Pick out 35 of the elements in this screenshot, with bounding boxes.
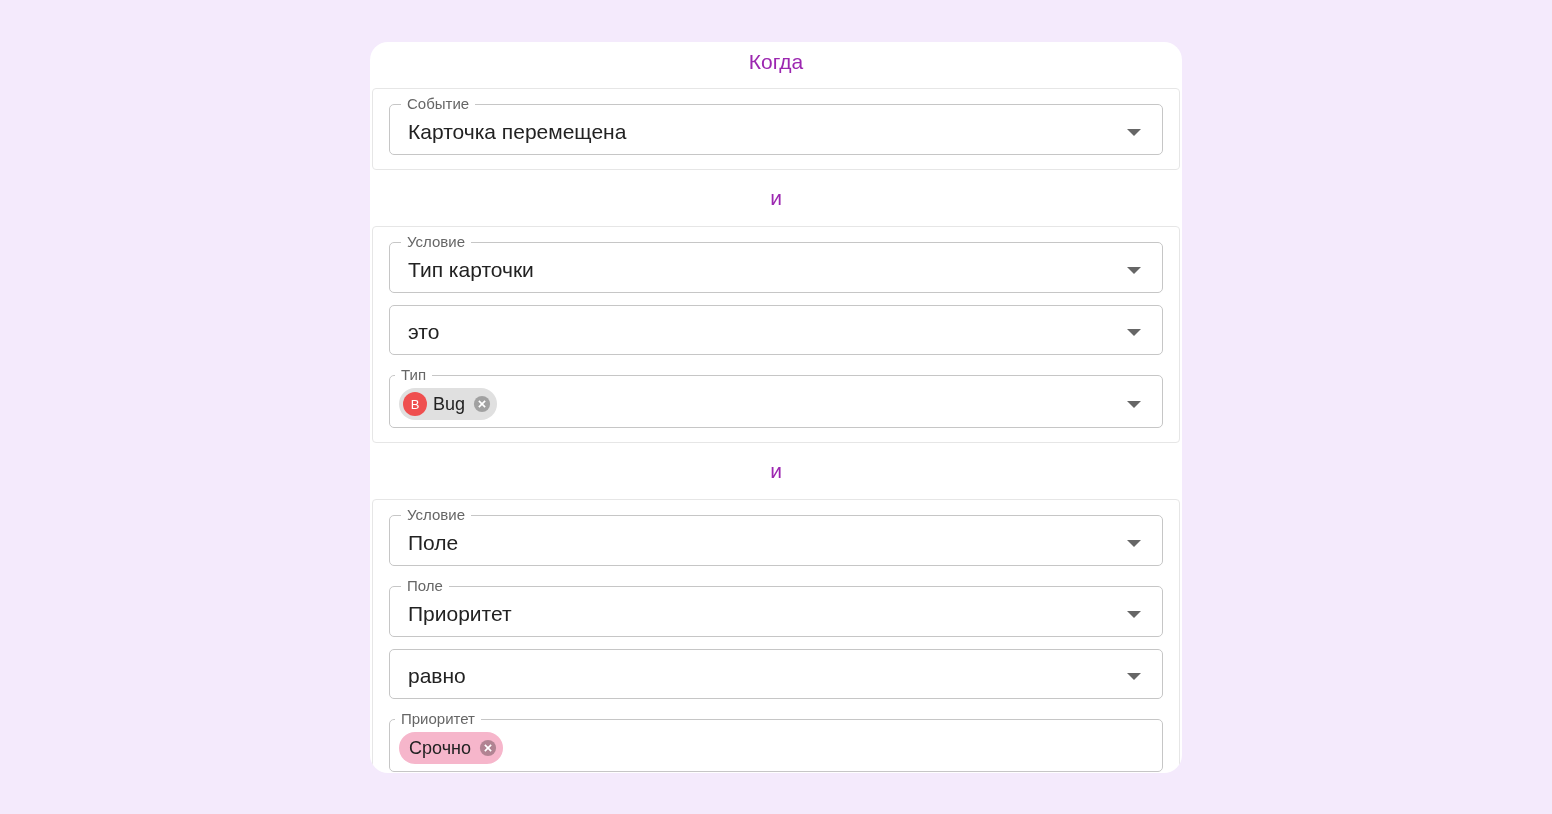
avatar-letter: B — [403, 392, 427, 416]
field-label: Условие — [406, 507, 466, 523]
dropdown-arrow-icon[interactable] — [1127, 328, 1141, 336]
dropdown-arrow-icon[interactable] — [1127, 610, 1141, 618]
select-field[interactable]: это — [389, 305, 1163, 355]
section-title: Когда — [747, 49, 805, 75]
connector-label: и — [770, 186, 782, 210]
select-field[interactable]: Условие Поле — [389, 507, 1163, 566]
field-value: это — [408, 320, 440, 344]
connector-label: и — [770, 459, 782, 483]
select-field[interactable]: Событие Карточка перемещена — [389, 96, 1163, 155]
remove-icon[interactable] — [473, 395, 492, 413]
field-value: Поле — [408, 531, 459, 555]
select-field[interactable]: Тип B Bug — [389, 367, 1163, 428]
dropdown-arrow-icon[interactable] — [1127, 539, 1141, 547]
select-field[interactable]: Условие Тип карточки — [389, 234, 1163, 293]
field-label: Поле — [406, 578, 444, 594]
dropdown-arrow-icon[interactable] — [1127, 266, 1141, 274]
select-field[interactable]: Приоритет Срочно — [389, 711, 1163, 772]
field-label: Условие — [406, 234, 466, 250]
field-value: Карточка перемещена — [408, 120, 627, 144]
field-label: Приоритет — [400, 711, 476, 727]
dropdown-arrow-icon[interactable] — [1127, 672, 1141, 680]
select-field[interactable]: Поле Приоритет — [389, 578, 1163, 637]
select-field[interactable]: равно — [389, 649, 1163, 699]
field-label: Событие — [406, 96, 471, 112]
dropdown-arrow-icon[interactable] — [1127, 128, 1141, 136]
chip[interactable]: Срочно — [399, 732, 503, 764]
field-value: Приоритет — [408, 602, 512, 626]
field-value: равно — [408, 664, 466, 688]
field-value: Тип карточки — [408, 258, 534, 282]
remove-icon[interactable] — [478, 739, 497, 757]
chip[interactable]: B Bug — [399, 388, 498, 420]
field-label: Тип — [400, 367, 427, 383]
dropdown-arrow-icon[interactable] — [1127, 400, 1141, 408]
